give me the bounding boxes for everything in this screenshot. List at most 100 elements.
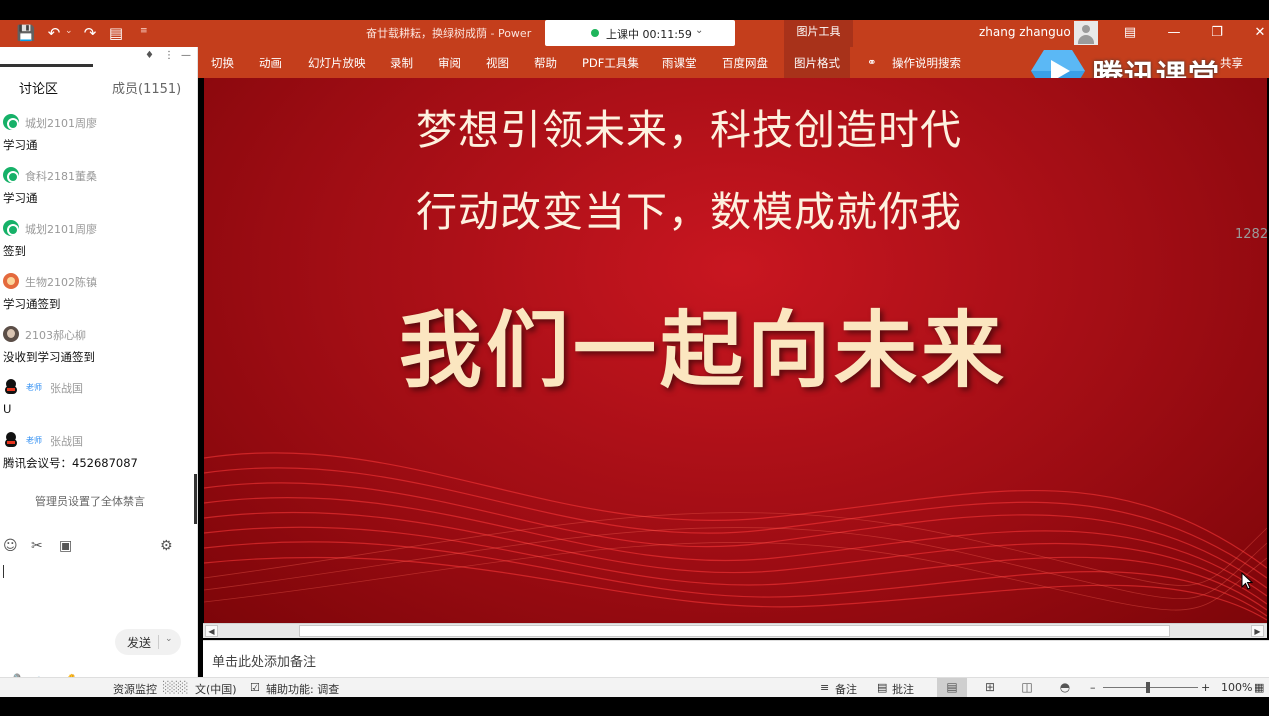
accessibility-status[interactable]: 辅助功能: 调查 — [266, 681, 339, 697]
accessibility-icon: ☑ — [250, 681, 260, 694]
reading-view-icon[interactable]: ◫ — [1012, 678, 1042, 697]
fit-to-window-icon[interactable]: ▦ — [1254, 681, 1264, 694]
emoji-icon[interactable]: ☺ — [3, 538, 18, 554]
minimize-icon[interactable]: — — [1162, 23, 1186, 43]
zoom-slider-thumb[interactable] — [1145, 682, 1150, 693]
save-icon[interactable]: 💾 — [16, 24, 36, 42]
avatar — [3, 220, 19, 236]
chat-message: 食科2181董桑 学习通 — [0, 167, 196, 217]
zoom-level[interactable]: 100% — [1221, 681, 1252, 694]
restore-icon[interactable]: ❐ — [1205, 23, 1229, 43]
notes-icon: ≡ — [820, 681, 830, 694]
avatar — [3, 273, 19, 289]
avatar — [3, 114, 19, 130]
resource-monitor[interactable]: 资源监控 — [113, 681, 157, 697]
zoom-out-icon[interactable]: – — [1090, 681, 1096, 694]
zoom-slider[interactable] — [1103, 687, 1198, 688]
chat-message: 2103郝心柳 没收到学习通签到 — [0, 326, 196, 376]
message-text: 学习通 — [3, 138, 38, 152]
mouse-pointer-icon — [1241, 572, 1253, 590]
document-title: 奋廿载耕耘，换绿树成荫 - Power — [366, 27, 532, 40]
notes-button[interactable]: 备注 — [835, 681, 857, 697]
message-text: 没收到学习通签到 — [3, 350, 95, 364]
present-from-start-icon[interactable]: ▤ — [106, 24, 126, 42]
tab-record[interactable]: 录制 — [390, 55, 413, 71]
tab-help[interactable]: 帮助 — [534, 55, 557, 71]
picture-tools-group: 图片工具 — [784, 20, 853, 47]
side-number: 1282 — [1235, 227, 1269, 242]
chat-input-cursor[interactable] — [3, 565, 4, 578]
horizontal-scrollbar[interactable]: ◀ ▶ — [203, 623, 1267, 638]
normal-view-icon[interactable]: ▤ — [937, 678, 967, 697]
tab-view[interactable]: 视图 — [486, 55, 509, 71]
chat-message: 城划2101周廖 签到 — [0, 220, 196, 270]
chat-message: 生物2102陈镇 学习通签到 — [0, 273, 196, 323]
tab-rain-classroom[interactable]: 雨课堂 — [662, 55, 697, 71]
tab-transitions[interactable]: 切换 — [211, 55, 234, 71]
panel-drag-bar[interactable] — [0, 64, 93, 67]
scroll-left-icon[interactable]: ◀ — [205, 625, 218, 637]
resource-monitor-graph-icon: ░░░ — [163, 681, 189, 694]
username[interactable]: zhang zhanguo — [979, 25, 1071, 39]
chat-scrollbar[interactable] — [194, 474, 197, 524]
send-divider — [158, 635, 159, 649]
close-icon[interactable]: ✕ — [1248, 23, 1269, 43]
undo-icon[interactable]: ↶ — [44, 24, 64, 42]
slideshow-view-icon[interactable]: ◓ — [1050, 678, 1080, 697]
avatar — [3, 326, 19, 342]
message-sender: 张战国 — [50, 435, 83, 448]
tab-baidu-netdisk[interactable]: 百度网盘 — [722, 55, 768, 71]
scroll-right-icon[interactable]: ▶ — [1251, 625, 1264, 637]
tab-animations[interactable]: 动画 — [259, 55, 282, 71]
chevron-down-icon[interactable]: ⌄ — [695, 25, 703, 36]
qq-avatar-icon — [3, 432, 19, 448]
ribbon-display-options-icon[interactable]: ▤ — [1118, 23, 1142, 43]
top-black-band — [0, 0, 1269, 20]
slide-subtitle-line-2: 行动改变当下，数模成就你我 — [416, 188, 962, 236]
message-sender: 城划2101周廖 — [25, 223, 97, 236]
teacher-badge: 老师 — [26, 436, 42, 445]
scrollbar-thumb[interactable] — [299, 625, 1170, 637]
avatar — [3, 167, 19, 183]
send-button[interactable]: 发送 ⌄ — [115, 629, 181, 655]
settings-icon[interactable]: ⚙ — [160, 538, 173, 554]
pin-icon[interactable]: ♦ — [145, 50, 154, 61]
tab-members[interactable]: 成员(1151) — [112, 78, 181, 97]
message-sender: 2103郝心柳 — [25, 329, 86, 342]
message-sender: 城划2101周廖 — [25, 117, 97, 130]
slide-subtitle-line-1: 梦想引领未来，科技创造时代 — [416, 106, 962, 154]
message-text: 腾讯会议号：452687087 — [3, 456, 138, 470]
image-icon[interactable]: ▣ — [59, 538, 72, 554]
wave-decoration — [204, 452, 1267, 621]
tell-me-search[interactable]: 操作说明搜索 — [892, 55, 961, 71]
chevron-down-icon[interactable]: ⌄ — [165, 634, 173, 644]
scissors-icon[interactable]: ✂ — [31, 538, 43, 554]
redo-icon[interactable]: ↷ — [80, 24, 100, 42]
message-text: 签到 — [3, 244, 26, 258]
more-icon[interactable]: ⋮ — [164, 50, 174, 61]
chat-message: 城划2101周廖 学习通 — [0, 114, 196, 164]
qq-avatar-icon — [3, 379, 19, 395]
live-indicator-icon — [591, 29, 599, 37]
undo-dropdown-icon[interactable]: ⌄ — [65, 26, 73, 36]
tab-review[interactable]: 审阅 — [438, 55, 461, 71]
notes-placeholder: 单击此处添加备注 — [212, 655, 317, 670]
message-sender: 食科2181董桑 — [25, 170, 97, 183]
speaker-notes-pane[interactable]: 单击此处添加备注 — [203, 640, 1269, 677]
user-avatar[interactable] — [1074, 21, 1098, 45]
screen: 💾 ↶ ⌄ ↷ ▤ ≡ 奋廿载耕耘，换绿树成荫 - Power zhang zh… — [0, 0, 1269, 716]
tab-pdf-tools[interactable]: PDF工具集 — [582, 55, 639, 71]
slide-sorter-icon[interactable]: ⊞ — [975, 678, 1005, 697]
comments-button[interactable]: 批注 — [892, 681, 914, 697]
tab-slideshow[interactable]: 幻灯片放映 — [308, 55, 366, 71]
tab-picture-format[interactable]: 图片格式 — [784, 47, 850, 78]
language-indicator[interactable]: 文(中国) — [195, 681, 237, 697]
teacher-badge: 老师 — [26, 383, 42, 392]
live-class-status[interactable]: 上课中 00:11:59 ⌄ — [545, 20, 735, 46]
message-sender: 张战国 — [50, 382, 83, 395]
collapse-icon[interactable]: — — [181, 50, 191, 61]
tab-discussion[interactable]: 讨论区 — [19, 78, 58, 97]
slide-canvas[interactable]: 梦想引领未来，科技创造时代 行动改变当下，数模成就你我 我们一起向未来 — [204, 78, 1267, 623]
customize-toolbar-icon[interactable]: ≡ — [140, 26, 148, 36]
zoom-in-icon[interactable]: + — [1201, 681, 1210, 694]
